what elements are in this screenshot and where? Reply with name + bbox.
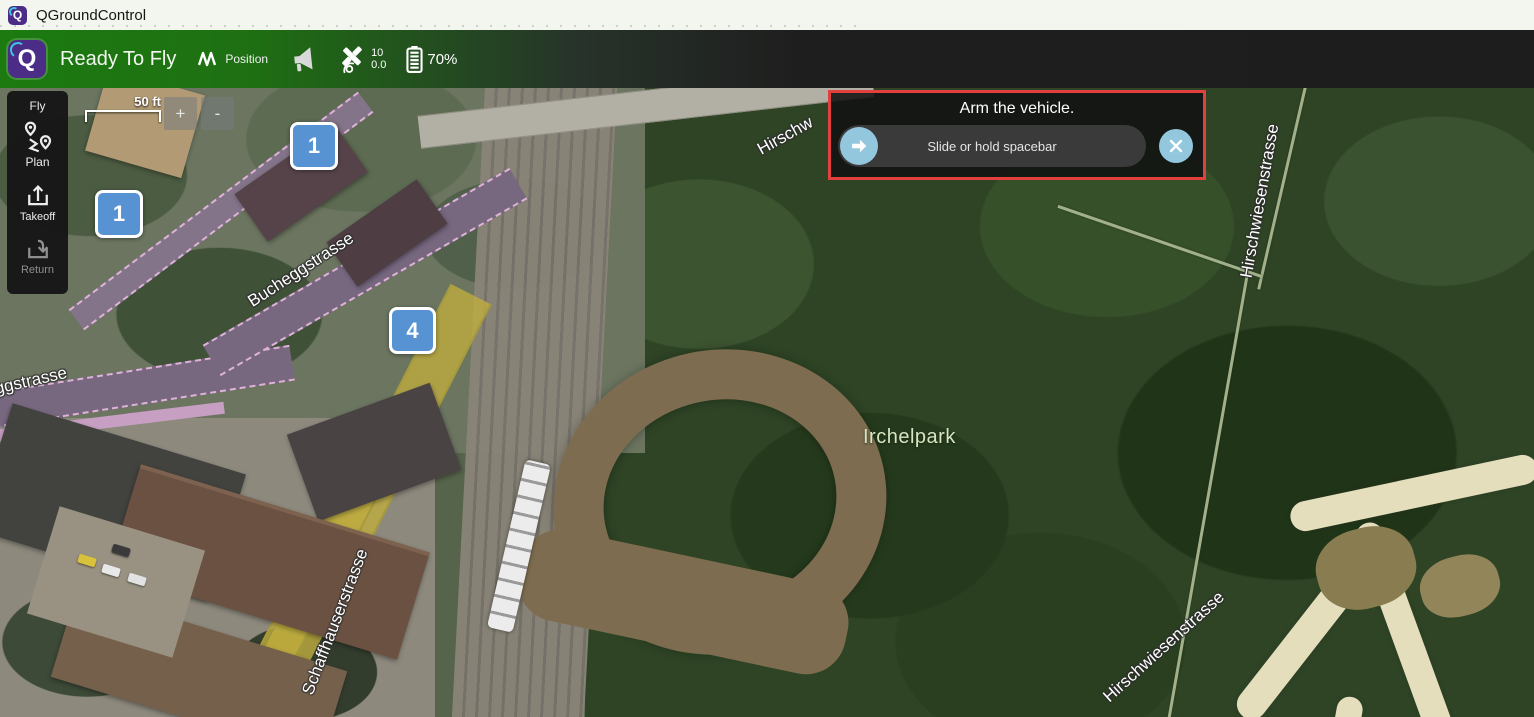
- sidebar-item-fly[interactable]: Fly: [30, 99, 46, 113]
- minus-icon: -: [214, 103, 221, 123]
- takeoff-label: Takeoff: [19, 211, 56, 223]
- arm-slider-track[interactable]: Slide or hold spacebar: [838, 125, 1146, 167]
- close-icon: [1169, 139, 1183, 153]
- plus-icon: +: [175, 103, 186, 123]
- arm-vehicle-dialog: Arm the vehicle. Slide or hold spacebar: [828, 90, 1206, 180]
- map-canvas[interactable]: ↓ ↓ Bucheggstrasse ggstrasse Schaffhause…: [0, 88, 1534, 717]
- arm-slide-handle[interactable]: [840, 127, 878, 165]
- satellite-icon: [342, 46, 362, 74]
- map-scale: 50 ft: [85, 94, 161, 122]
- sidebar-item-return[interactable]: Return: [21, 234, 54, 276]
- gps-indicator[interactable]: 10 0.0: [336, 43, 386, 75]
- sidebar-item-takeoff[interactable]: Takeoff: [20, 181, 55, 223]
- map-scale-label: 50 ft: [134, 94, 161, 109]
- takeoff-icon: [27, 185, 48, 206]
- arm-slider-row: Slide or hold spacebar: [831, 125, 1203, 167]
- arm-slider-hint: Slide or hold spacebar: [927, 138, 1057, 154]
- waypoint-label: 1: [112, 201, 126, 226]
- window-title: QGroundControl: [36, 6, 147, 24]
- position-indicator[interactable]: Position: [198, 50, 268, 68]
- waypoint-label: 1: [307, 133, 321, 158]
- plan-route-icon: [24, 121, 51, 153]
- gps-satellite-count: 10: [371, 47, 384, 59]
- main-toolbar: Q Ready To Fly Position 10 0.0 70%: [0, 30, 1534, 88]
- qgc-app-icon: Q: [8, 5, 27, 25]
- waveform-icon: [198, 51, 217, 67]
- map-scale-bracket: [85, 110, 161, 122]
- fly-label: Fly: [29, 99, 46, 113]
- qgc-menu-button[interactable]: Q: [8, 40, 46, 78]
- megaphone-icon: [294, 47, 313, 72]
- zoom-in-button[interactable]: +: [164, 97, 197, 130]
- return-label: Return: [20, 264, 55, 276]
- battery-indicator[interactable]: 70%: [406, 45, 458, 73]
- flight-status-button[interactable]: Ready To Fly: [60, 48, 176, 71]
- plan-label: Plan: [25, 155, 50, 169]
- arm-dialog-close-button[interactable]: [1159, 129, 1193, 163]
- zoom-out-button[interactable]: -: [201, 97, 234, 130]
- arm-dialog-title: Arm the vehicle.: [959, 100, 1075, 117]
- waypoint-label: 4: [406, 317, 419, 343]
- arrow-right-icon: [852, 139, 867, 153]
- gps-hdop-value: 0.0: [371, 59, 387, 71]
- window-titlebar: Q QGroundControl: [0, 0, 1534, 30]
- battery-icon: [406, 45, 423, 73]
- flight-mode-sidebar: Fly Plan Takeoff Return: [7, 91, 68, 294]
- battery-percent: 70%: [427, 50, 458, 68]
- park-label: Irchelpark: [863, 426, 956, 448]
- position-label: Position: [225, 52, 269, 66]
- sidebar-item-plan[interactable]: Plan: [20, 119, 56, 169]
- waypoint-marker-1[interactable]: 1: [290, 122, 338, 170]
- audio-announce-button[interactable]: [290, 45, 320, 73]
- waypoint-marker-4[interactable]: 4: [389, 307, 436, 354]
- waypoint-marker-1b[interactable]: 1: [95, 190, 143, 238]
- return-icon: [27, 239, 48, 259]
